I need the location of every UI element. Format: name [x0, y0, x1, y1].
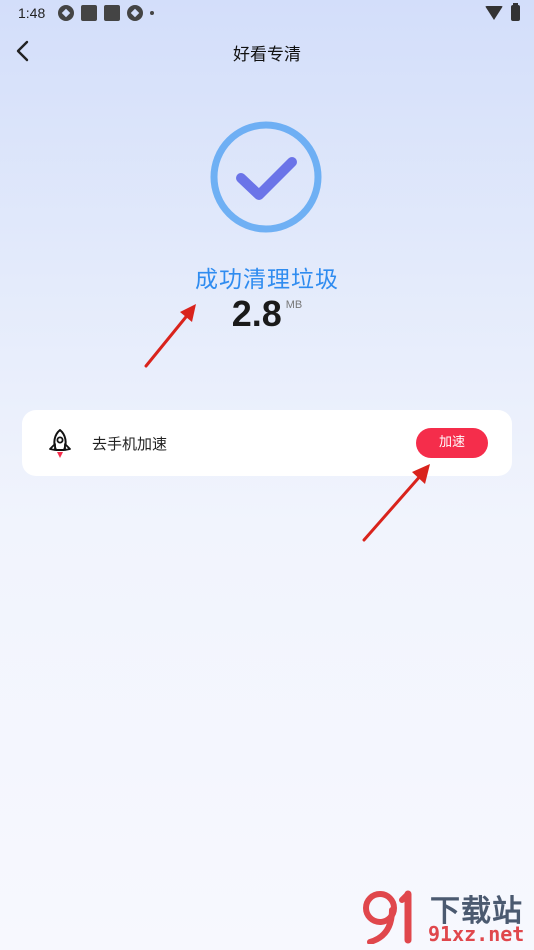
- annotation-arrow: [362, 464, 430, 542]
- watermark: 下载站 91xz.net: [358, 886, 528, 946]
- cleaned-size-value: 2.8: [231, 293, 282, 334]
- more-notifications-icon: [150, 11, 154, 15]
- app-notification-icon: [104, 5, 120, 21]
- cleaned-size: 2.8 MB: [0, 293, 534, 335]
- speedup-card: 去手机加速 加速: [22, 410, 512, 476]
- rocket-icon: [49, 429, 71, 458]
- watermark-url: 91xz.net: [428, 922, 525, 946]
- notification-icons: [58, 5, 154, 21]
- app-header: 好看专清: [0, 28, 534, 74]
- page-title: 好看专清: [233, 45, 301, 65]
- success-message: 成功清理垃圾: [195, 267, 339, 293]
- app-notification-icon: [81, 5, 97, 21]
- cleaned-size-unit: MB: [285, 299, 303, 311]
- status-time: 1:48: [18, 5, 46, 21]
- success-check-icon: [210, 121, 322, 233]
- battery-icon: [511, 3, 520, 21]
- status-bar: 1:48: [0, 0, 534, 28]
- speedup-button[interactable]: 加速: [416, 428, 488, 458]
- annotation-arrow: [144, 304, 196, 368]
- system-icons: [485, 3, 520, 21]
- app-notification-icon: [127, 5, 143, 21]
- watermark-logo: [363, 890, 412, 944]
- wifi-icon: [485, 6, 503, 20]
- speedup-label: 去手机加速: [92, 435, 168, 453]
- app-notification-icon: [58, 5, 74, 21]
